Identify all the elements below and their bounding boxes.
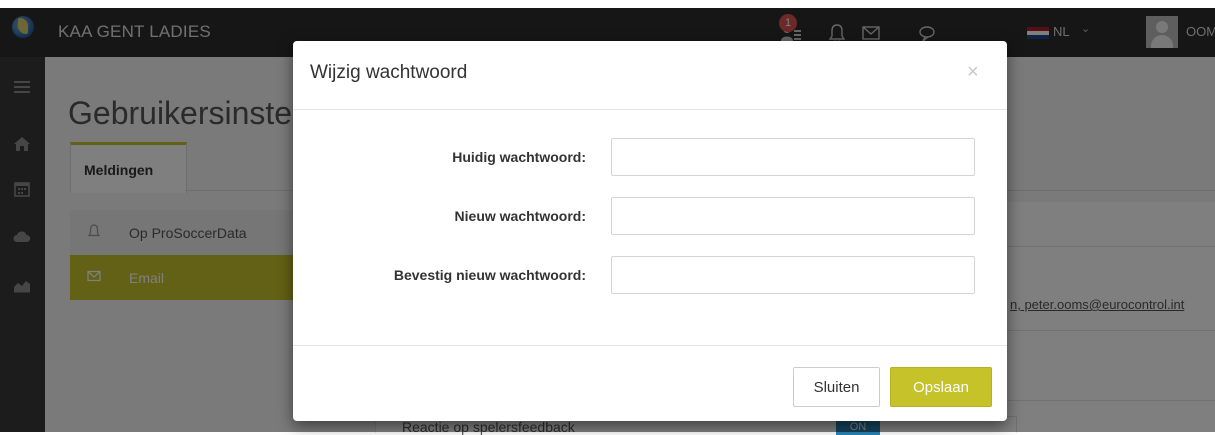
new-password-label: Nieuw wachtwoord: xyxy=(454,208,586,224)
save-button[interactable]: Opslaan xyxy=(890,367,992,407)
modal-footer: Sluiten Opslaan xyxy=(293,345,1007,422)
change-password-modal: Wijzig wachtwoord × Huidig wachtwoord: N… xyxy=(293,41,1007,421)
new-password-input[interactable] xyxy=(611,197,975,235)
form-row-confirm-password: Bevestig nieuw wachtwoord: xyxy=(293,255,1007,297)
current-password-label: Huidig wachtwoord: xyxy=(452,149,586,165)
form-row-new-password: Nieuw wachtwoord: xyxy=(293,196,1007,238)
modal-title: Wijzig wachtwoord xyxy=(310,62,468,83)
confirm-password-label: Bevestig nieuw wachtwoord: xyxy=(393,267,586,283)
current-password-input[interactable] xyxy=(611,138,975,176)
confirm-password-input[interactable] xyxy=(611,256,975,294)
form-row-current-password: Huidig wachtwoord: xyxy=(293,137,1007,179)
close-button[interactable]: Sluiten xyxy=(793,367,880,407)
close-icon[interactable]: × xyxy=(967,61,979,84)
modal-header: Wijzig wachtwoord × xyxy=(293,41,1007,110)
